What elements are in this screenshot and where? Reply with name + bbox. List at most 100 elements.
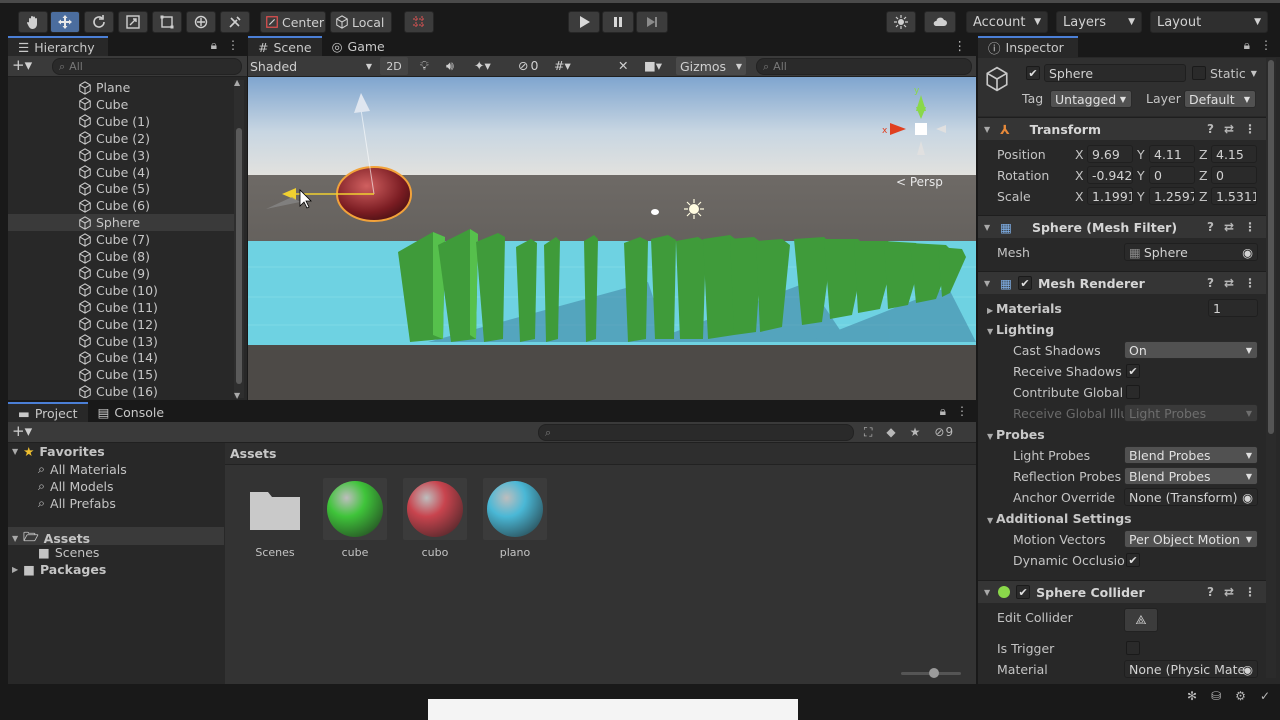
project-search-input[interactable]: ⌕ <box>538 424 854 441</box>
step-button[interactable] <box>636 11 668 33</box>
help-icon[interactable]: ? <box>1207 122 1214 136</box>
grid-toggle-icon[interactable]: #▾ <box>554 58 571 73</box>
preset-icon[interactable]: ⇄ <box>1224 276 1234 290</box>
auto-generate-lighting-icon[interactable]: ⚙ <box>1235 689 1246 703</box>
axis-label-x[interactable]: X <box>1075 189 1084 204</box>
scale-x-field[interactable]: 1.1991 <box>1087 187 1133 205</box>
favorite-item[interactable]: ⌕ All Models <box>38 478 114 494</box>
mesh-renderer-component-header[interactable]: ▼ ▦ ✔ Mesh Renderer ? ⇄ ⋮ <box>978 271 1266 294</box>
subfolder-item[interactable]: ■ Scenes <box>38 545 99 560</box>
scroll-down-icon[interactable]: ▼ <box>234 391 240 400</box>
more-menu-icon[interactable]: ⋮ <box>954 38 967 53</box>
layer-dropdown[interactable]: Default ▼ <box>1184 90 1256 108</box>
is-trigger-checkbox[interactable] <box>1126 641 1140 655</box>
probes-foldout[interactable]: ▼ Probes <box>987 427 1045 442</box>
asset-item[interactable]: cube <box>320 478 390 559</box>
check-circle-icon[interactable]: ✓ <box>1260 689 1270 703</box>
directional-light-icon[interactable] <box>684 199 704 219</box>
hierarchy-item[interactable]: Cube (11) <box>8 299 234 316</box>
hierarchy-item[interactable]: Cube (2) <box>8 130 234 147</box>
axis-label-z[interactable]: Z <box>1199 147 1208 162</box>
more-menu-icon[interactable]: ⋮ <box>1244 276 1256 290</box>
rotation-z-field[interactable]: 0 <box>1211 166 1257 184</box>
favorite-item[interactable]: ⌕ All Materials <box>38 461 127 477</box>
mesh-filter-component-header[interactable]: ▼ ▦ Sphere (Mesh Filter) ? ⇄ ⋮ <box>978 215 1266 238</box>
asset-item[interactable]: cubo <box>400 478 470 559</box>
reflection-probes-dropdown[interactable]: Blend Probes ▼ <box>1124 467 1258 485</box>
custom-tool-button[interactable] <box>220 11 250 33</box>
add-plus-icon[interactable]: +▾ <box>12 56 32 74</box>
tools-icon[interactable]: ✕ <box>618 58 628 73</box>
favorite-item[interactable]: ⌕ All Prefabs <box>38 495 116 511</box>
tab-hierarchy[interactable]: ☰ Hierarchy <box>8 36 108 57</box>
object-picker-icon[interactable]: ◉ <box>1242 245 1253 260</box>
scale-tool-button[interactable] <box>118 11 148 33</box>
favorites-header[interactable]: ▼ ★ Favorites <box>12 444 105 459</box>
hierarchy-item[interactable]: Cube (16) <box>8 383 234 398</box>
static-checkbox[interactable] <box>1192 66 1206 80</box>
inspector-scrollbar[interactable] <box>1266 58 1276 678</box>
more-menu-icon[interactable]: ⋮ <box>1244 220 1256 234</box>
grid-snap-button[interactable] <box>404 11 434 33</box>
hierarchy-item[interactable]: Cube (4) <box>8 164 234 181</box>
position-y-field[interactable]: 4.11 <box>1149 145 1195 163</box>
audio-toggle-icon[interactable]: 🔊︎ <box>446 58 454 74</box>
hierarchy-item[interactable]: Cube (6) <box>8 197 234 214</box>
scrollbar-thumb[interactable] <box>1268 60 1274 434</box>
receive-shadows-checkbox[interactable]: ✔ <box>1126 364 1140 378</box>
more-menu-icon[interactable]: ⋮ <box>1260 38 1272 53</box>
materials-count-field[interactable]: 1 <box>1208 299 1258 317</box>
more-menu-icon[interactable]: ⋮ <box>227 38 239 53</box>
layers-dropdown[interactable]: Layers ▼ <box>1056 11 1142 33</box>
tag-dropdown[interactable]: Untagged ▼ <box>1050 90 1132 108</box>
pause-button[interactable] <box>602 11 634 33</box>
more-menu-icon[interactable]: ⋮ <box>956 404 968 419</box>
additional-settings-foldout[interactable]: ▼ Additional Settings <box>987 511 1132 526</box>
rotate-tool-button[interactable] <box>84 11 114 33</box>
axis-label-x[interactable]: X <box>1075 147 1084 162</box>
database-icon[interactable]: ⛁ <box>1211 689 1221 703</box>
hidden-packages-toggle[interactable]: ⊘ 9 <box>934 425 953 440</box>
pivot-local-toggle[interactable]: Local <box>330 11 392 33</box>
cast-shadows-dropdown[interactable]: On ▼ <box>1124 341 1258 359</box>
camera-gizmo-icon[interactable] <box>651 209 659 215</box>
preset-icon[interactable]: ⇄ <box>1224 122 1234 136</box>
debug-bug-icon[interactable]: ✻ <box>1187 689 1197 703</box>
scene-search-input[interactable]: ⌕ All <box>756 58 972 75</box>
asset-item[interactable]: Scenes <box>240 478 310 559</box>
tab-inspector[interactable]: ⓘ Inspector <box>978 36 1078 57</box>
mesh-renderer-enabled-checkbox[interactable]: ✔ <box>1017 276 1032 290</box>
filter-by-label-icon[interactable]: ◆ <box>886 425 895 440</box>
axis-label-z[interactable]: Z <box>1199 189 1208 204</box>
2d-mode-toggle[interactable]: 2D <box>380 57 408 75</box>
motion-vectors-dropdown[interactable]: Per Object Motion ▼ <box>1124 530 1258 548</box>
hierarchy-item[interactable]: Sphere <box>8 214 234 232</box>
effects-toggle-icon[interactable]: ✦▾ <box>474 58 491 73</box>
play-button[interactable] <box>568 11 600 33</box>
light-probes-dropdown[interactable]: Blend Probes ▼ <box>1124 446 1258 464</box>
help-icon[interactable]: ? <box>1207 585 1214 599</box>
favorite-star-icon[interactable]: ★ <box>910 425 921 440</box>
object-picker-icon[interactable]: ◉ <box>1242 662 1253 677</box>
lock-icon[interactable]: 🔒︎ <box>940 404 946 419</box>
sphere-collider-component-header[interactable]: ▼ ✔ Sphere Collider ? ⇄ ⋮ <box>978 580 1266 603</box>
hidden-objects-toggle[interactable]: ⊘ 0 <box>518 58 538 73</box>
pivot-center-toggle[interactable]: Center <box>260 11 326 33</box>
hierarchy-item[interactable]: Cube (12) <box>8 316 234 333</box>
hierarchy-item[interactable]: Cube (15) <box>8 366 234 383</box>
persp-label[interactable]: < Persp <box>896 175 943 189</box>
hierarchy-item[interactable]: Cube <box>8 96 234 113</box>
hierarchy-search-input[interactable]: ⌕ All <box>52 58 242 75</box>
hierarchy-item[interactable]: Cube (1) <box>8 113 234 130</box>
object-picker-icon[interactable]: ◉ <box>1242 490 1253 505</box>
help-icon[interactable]: ? <box>1207 220 1214 234</box>
tab-game[interactable]: ◎ Game <box>322 36 395 57</box>
zoom-slider[interactable] <box>901 668 961 678</box>
transform-tool-button[interactable] <box>186 11 216 33</box>
scroll-up-icon[interactable]: ▲ <box>234 78 240 87</box>
position-x-field[interactable]: 9.69 <box>1087 145 1133 163</box>
tab-project[interactable]: ▬ Project <box>8 402 88 423</box>
services-button[interactable] <box>886 11 916 33</box>
scale-y-field[interactable]: 1.2597 <box>1149 187 1195 205</box>
hierarchy-item[interactable]: Cube (7) <box>8 231 234 248</box>
